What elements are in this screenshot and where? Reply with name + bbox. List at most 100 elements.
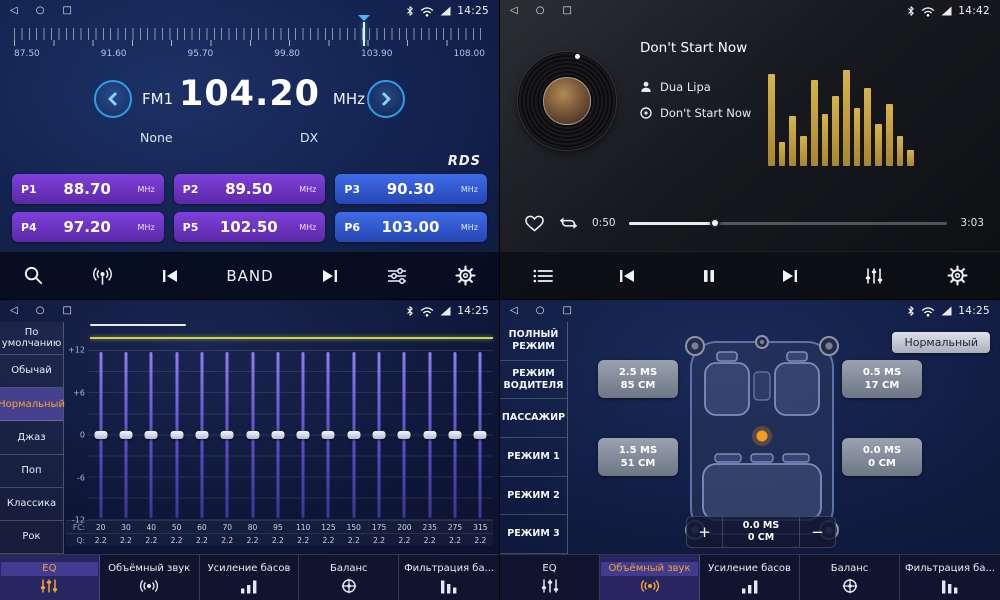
eq-slider-knob[interactable] xyxy=(373,431,386,439)
nav-back-icon[interactable]: ◁ xyxy=(10,300,18,322)
preset-button-p1[interactable]: P1 88.70 MHz xyxy=(12,174,164,204)
tuning-marker[interactable] xyxy=(363,22,365,46)
dsp-tab-eq-sliders[interactable]: EQ xyxy=(500,555,600,600)
tune-up-button[interactable] xyxy=(367,80,405,118)
eq-band-slider[interactable] xyxy=(215,350,240,520)
eq-slider-knob[interactable] xyxy=(474,431,487,439)
nav-home-icon[interactable]: ○ xyxy=(36,300,45,322)
nav-home-icon[interactable]: ○ xyxy=(36,0,45,22)
eq-slider-knob[interactable] xyxy=(449,431,462,439)
eq-slider-knob[interactable] xyxy=(322,431,335,439)
preset-button-p6[interactable]: P6 103.00 MHz xyxy=(335,212,487,242)
repeat-button[interactable] xyxy=(558,214,579,232)
eq-band-slider[interactable] xyxy=(164,350,189,520)
album-art[interactable] xyxy=(518,52,616,150)
preset-button-p5[interactable]: P5 102.50 MHz xyxy=(174,212,326,242)
eq-preset-jazz[interactable]: Джаз xyxy=(0,421,63,454)
mode-full[interactable]: ПОЛНЫЙ РЕЖИМ xyxy=(500,322,567,361)
eq-band-slider[interactable] xyxy=(417,350,442,520)
eq-slider-knob[interactable] xyxy=(119,431,132,439)
delay-rear-left-button[interactable]: 1.5 MS 51 CM xyxy=(598,438,678,476)
nav-recents-icon[interactable]: □ xyxy=(562,0,571,22)
pause-button[interactable] xyxy=(701,268,717,284)
audio-settings-button[interactable] xyxy=(386,267,408,285)
next-station-button[interactable] xyxy=(320,268,340,284)
delay-front-right-button[interactable]: 0.5 MS 17 CM xyxy=(842,360,922,398)
previous-track-button[interactable] xyxy=(617,268,637,284)
previous-station-button[interactable] xyxy=(160,268,180,284)
eq-band-slider[interactable] xyxy=(468,350,493,520)
nav-recents-icon[interactable]: □ xyxy=(62,300,71,322)
eq-band-slider[interactable] xyxy=(265,350,290,520)
progress-knob[interactable] xyxy=(710,218,720,228)
mode-3[interactable]: РЕЖИМ 3 xyxy=(500,515,567,554)
eq-slider-knob[interactable] xyxy=(246,431,259,439)
eq-preset-pop[interactable]: Поп xyxy=(0,455,63,488)
increase-delay-button[interactable]: + xyxy=(687,517,723,547)
mode-2[interactable]: РЕЖИМ 2 xyxy=(500,477,567,516)
eq-band-slider[interactable] xyxy=(113,350,138,520)
equalizer-button[interactable] xyxy=(864,267,884,285)
eq-slider-knob[interactable] xyxy=(221,431,234,439)
eq-preset-rock[interactable]: Рок xyxy=(0,521,63,554)
eq-slider-knob[interactable] xyxy=(94,431,107,439)
dsp-tab-surround-sound[interactable]: Объёмный звук xyxy=(600,555,700,600)
dsp-tab-bass-filter[interactable]: Фильтрация ба... xyxy=(900,555,1000,600)
eq-band-slider[interactable] xyxy=(139,350,164,520)
settings-button[interactable] xyxy=(947,265,968,286)
dsp-tab-balance[interactable]: Баланс xyxy=(800,555,900,600)
progress-bar[interactable] xyxy=(629,222,948,225)
eq-slider-knob[interactable] xyxy=(145,431,158,439)
preset-button-p2[interactable]: P2 89.50 MHz xyxy=(174,174,326,204)
favorite-button[interactable] xyxy=(524,214,545,232)
profile-button[interactable]: Нормальный xyxy=(892,332,990,353)
next-track-button[interactable] xyxy=(780,268,800,284)
eq-band-slider[interactable] xyxy=(392,350,417,520)
eq-slider-knob[interactable] xyxy=(271,431,284,439)
eq-slider-knob[interactable] xyxy=(170,431,183,439)
nav-back-icon[interactable]: ◁ xyxy=(510,0,518,22)
eq-preset-default[interactable]: По умолчанию xyxy=(0,322,63,355)
eq-preset-normal[interactable]: Нормальный xyxy=(0,388,63,421)
broadcast-button[interactable] xyxy=(91,266,114,286)
eq-band-slider[interactable] xyxy=(189,350,214,520)
dsp-tab-bass-boost[interactable]: Усиление басов xyxy=(200,555,300,600)
dsp-tab-bass-boost[interactable]: Усиление басов xyxy=(700,555,800,600)
mode-driver[interactable]: РЕЖИМ ВОДИТЕЛЯ xyxy=(500,361,567,400)
eq-slider-knob[interactable] xyxy=(423,431,436,439)
dsp-tab-surround-sound[interactable]: Объёмный звук xyxy=(100,555,200,600)
eq-band-slider[interactable] xyxy=(341,350,366,520)
nav-home-icon[interactable]: ○ xyxy=(536,300,545,322)
playlist-button[interactable] xyxy=(532,268,554,284)
nav-back-icon[interactable]: ◁ xyxy=(10,0,18,22)
dsp-tab-bass-filter[interactable]: Фильтрация ба... xyxy=(399,555,499,600)
eq-slider-knob[interactable] xyxy=(347,431,360,439)
eq-band-slider[interactable] xyxy=(442,350,467,520)
settings-button[interactable] xyxy=(455,265,476,286)
nav-recents-icon[interactable]: □ xyxy=(562,300,571,322)
eq-band-slider[interactable] xyxy=(366,350,391,520)
eq-preset-custom[interactable]: Обычай xyxy=(0,355,63,388)
delay-rear-right-button[interactable]: 0.0 MS 0 CM xyxy=(842,438,922,476)
mode-passenger[interactable]: ПАССАЖИР xyxy=(500,399,567,438)
eq-band-slider[interactable] xyxy=(88,350,113,520)
delay-front-left-button[interactable]: 2.5 MS 85 CM xyxy=(598,360,678,398)
dsp-tab-eq-sliders[interactable]: EQ xyxy=(0,555,100,600)
eq-band-slider[interactable] xyxy=(291,350,316,520)
nav-back-icon[interactable]: ◁ xyxy=(510,300,518,322)
nav-home-icon[interactable]: ○ xyxy=(536,0,545,22)
preset-button-p4[interactable]: P4 97.20 MHz xyxy=(12,212,164,242)
nav-recents-icon[interactable]: □ xyxy=(62,0,71,22)
band-button[interactable]: BAND xyxy=(226,267,273,285)
eq-slider-knob[interactable] xyxy=(195,431,208,439)
mode-1[interactable]: РЕЖИМ 1 xyxy=(500,438,567,477)
eq-preset-classic[interactable]: Классика xyxy=(0,488,63,521)
eq-slider-knob[interactable] xyxy=(398,431,411,439)
eq-band-slider[interactable] xyxy=(316,350,341,520)
eq-slider-knob[interactable] xyxy=(297,431,310,439)
eq-band-slider[interactable] xyxy=(240,350,265,520)
frequency-ruler[interactable]: 87.50 91.60 95.70 99.80 103.90 108.00 xyxy=(14,28,485,72)
decrease-delay-button[interactable]: − xyxy=(799,517,835,547)
dsp-tab-balance[interactable]: Баланс xyxy=(299,555,399,600)
preset-button-p3[interactable]: P3 90.30 MHz xyxy=(335,174,487,204)
